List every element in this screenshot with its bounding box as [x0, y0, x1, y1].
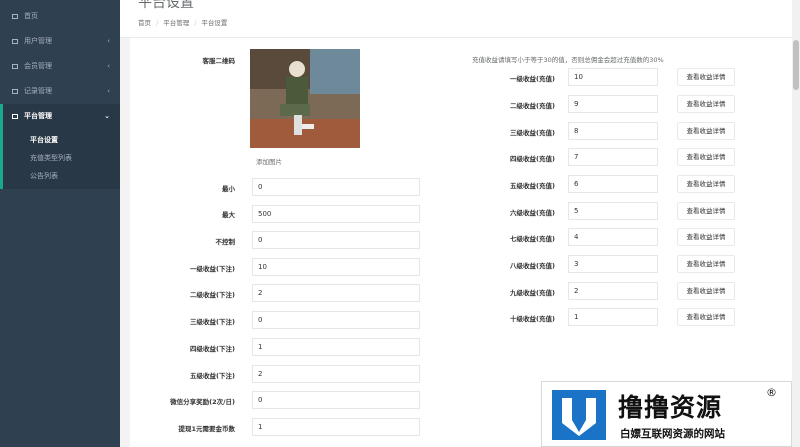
sidebar-item-platform[interactable]: 平台管理 ⌄	[0, 104, 120, 129]
recharge-label: 一级收益(充值)	[510, 75, 555, 83]
recharge-level-4-input[interactable]: 7	[568, 148, 658, 166]
view-earnings-button[interactable]: 查看收益详情	[677, 148, 735, 166]
recharge-label: 七级收益(充值)	[510, 235, 555, 243]
sidebar-subitem-recharge-types[interactable]: 充值类型列表	[3, 149, 120, 167]
chevron-down-icon: ⌄	[104, 112, 110, 120]
recharge-level-6-input[interactable]: 5	[568, 202, 658, 220]
chevron-left-icon: ‹	[107, 62, 110, 70]
recharge-hint: 充值收益请填写小于等于30的值，否则总佣金会超过充值数的30%	[472, 56, 664, 64]
sidebar-subitem-announcements[interactable]: 公告列表	[3, 167, 120, 185]
sidebar-item-records[interactable]: 记录管理 ‹	[0, 79, 120, 104]
recharge-label: 八级收益(充值)	[510, 262, 555, 270]
add-picture-link[interactable]: 添加图片	[256, 156, 282, 166]
view-earnings-button[interactable]: 查看收益详情	[677, 255, 735, 273]
recharge-label: 三级收益(充值)	[510, 129, 555, 137]
recharge-label: 六级收益(充值)	[510, 209, 555, 217]
recharge-label: 十级收益(充值)	[510, 315, 555, 323]
recharge-level-2-input[interactable]: 9	[568, 95, 658, 113]
no-control-input[interactable]: 0	[252, 231, 420, 249]
view-earnings-button[interactable]: 查看收益详情	[677, 202, 735, 220]
sidebar-item-label: 记录管理	[24, 87, 52, 95]
field-label: 一级收益(下注)	[190, 265, 235, 273]
field-label: 最大	[222, 211, 235, 219]
field-label: 二级收益(下注)	[190, 291, 235, 299]
sidebar-item-label: 首页	[24, 12, 38, 20]
view-earnings-button[interactable]: 查看收益详情	[677, 308, 735, 326]
grid-icon	[12, 13, 18, 19]
sidebar-item-home[interactable]: 首页	[0, 4, 120, 29]
sidebar-submenu: 平台设置 充值类型列表 公告列表	[0, 129, 120, 189]
scrollbar-thumb[interactable]	[793, 40, 799, 90]
recharge-level-7-input[interactable]: 4	[568, 228, 658, 246]
field-label: 五级收益(下注)	[190, 372, 235, 380]
field-label: 提现1元需要金币数	[178, 425, 235, 433]
watermark: 撸撸资源 ® 白嫖互联网资源的网站	[541, 381, 792, 447]
bet-level-5-input[interactable]: 2	[252, 365, 420, 383]
sidebar-item-members[interactable]: 会员管理 ‹	[0, 54, 120, 79]
page-title: 平台设置	[138, 0, 194, 11]
wechat-share-reward-input[interactable]: 0	[252, 391, 420, 409]
bet-level-2-input[interactable]: 2	[252, 284, 420, 302]
watermark-subtitle: 白嫖互联网资源的网站	[620, 428, 725, 440]
watermark-registered: ®	[766, 386, 777, 399]
recharge-label: 五级收益(充值)	[510, 182, 555, 190]
sidebar-item-label: 会员管理	[24, 62, 52, 70]
max-input[interactable]: 500	[252, 205, 420, 223]
bet-level-3-input[interactable]: 0	[252, 311, 420, 329]
bet-level-4-input[interactable]: 1	[252, 338, 420, 356]
recharge-level-5-input[interactable]: 6	[568, 175, 658, 193]
field-label: 四级收益(下注)	[190, 345, 235, 353]
grid-icon	[12, 63, 18, 69]
recharge-label: 九级收益(充值)	[510, 289, 555, 297]
field-label: 不控制	[215, 238, 236, 246]
qr-label: 客服二维码	[202, 57, 236, 65]
recharge-level-10-input[interactable]: 1	[568, 308, 658, 326]
recharge-level-1-input[interactable]: 10	[568, 68, 658, 86]
recharge-level-9-input[interactable]: 2	[568, 282, 658, 300]
withdraw-coins-input[interactable]: 1	[252, 418, 420, 436]
view-earnings-button[interactable]: 查看收益详情	[677, 175, 735, 193]
chevron-left-icon: ‹	[107, 87, 110, 95]
recharge-level-8-input[interactable]: 3	[568, 255, 658, 273]
recharge-label: 四级收益(充值)	[510, 155, 555, 163]
grid-icon	[12, 88, 18, 94]
view-earnings-button[interactable]: 查看收益详情	[677, 68, 735, 86]
bet-level-1-input[interactable]: 10	[252, 258, 420, 276]
sidebar-subitem-platform-settings[interactable]: 平台设置	[3, 131, 120, 149]
recharge-level-3-input[interactable]: 8	[568, 122, 658, 140]
recharge-label: 二级收益(充值)	[510, 102, 555, 110]
watermark-logo-icon	[552, 390, 606, 440]
view-earnings-button[interactable]: 查看收益详情	[677, 228, 735, 246]
qr-image[interactable]	[250, 49, 360, 148]
breadcrumb-home[interactable]: 首页	[138, 19, 151, 27]
sidebar-item-label: 平台管理	[24, 112, 52, 120]
breadcrumb: 首页 / 平台管理 / 平台设置	[138, 19, 228, 27]
photo-image	[250, 49, 360, 148]
view-earnings-button[interactable]: 查看收益详情	[677, 122, 735, 140]
grid-icon	[12, 113, 18, 119]
field-label: 三级收益(下注)	[190, 318, 235, 326]
watermark-title: 撸撸资源	[618, 393, 723, 422]
sidebar-item-label: 用户管理	[24, 37, 52, 45]
field-label: 最小	[222, 185, 235, 193]
sidebar-item-users[interactable]: 用户管理 ‹	[0, 29, 120, 54]
sidebar: 首页 用户管理 ‹ 会员管理 ‹ 记录管理 ‹ 平台管理 ⌄ 平台设置 充值类型…	[0, 0, 120, 447]
view-earnings-button[interactable]: 查看收益详情	[677, 95, 735, 113]
field-label: 微信分享奖励(2次/日)	[170, 398, 235, 406]
page-scrollbar[interactable]	[792, 0, 800, 447]
view-earnings-button[interactable]: 查看收益详情	[677, 282, 735, 300]
grid-icon	[12, 38, 18, 44]
chevron-left-icon: ‹	[107, 37, 110, 45]
page-header: 平台设置 首页 / 平台管理 / 平台设置	[120, 0, 792, 38]
min-input[interactable]: 0	[252, 178, 420, 196]
breadcrumb-current: 平台设置	[201, 19, 228, 27]
breadcrumb-platform[interactable]: 平台管理	[163, 19, 189, 27]
